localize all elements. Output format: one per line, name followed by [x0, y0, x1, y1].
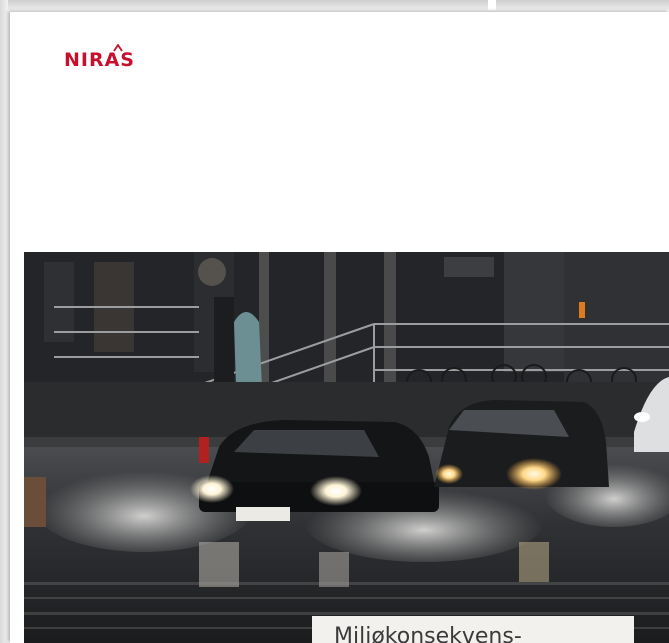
- page-stack-left-edge: [0, 0, 8, 643]
- page-stack-top-edge: [0, 0, 669, 10]
- logo-wordmark: NIRAS: [64, 49, 135, 71]
- document-viewer: NIRAS Miljøkonsekvens-: [0, 0, 669, 643]
- niras-logo: NIRAS: [64, 44, 160, 74]
- page-stack-gap: [488, 0, 496, 10]
- logo-accent-mark-icon: [113, 44, 123, 52]
- flooded-street-photo-image: [24, 252, 669, 643]
- cover-title: Miljøkonsekvens-: [334, 624, 522, 643]
- cover-title-box: Miljøkonsekvens-: [312, 616, 634, 643]
- cover-photo: [24, 252, 669, 643]
- report-cover-page: NIRAS Miljøkonsekvens-: [10, 12, 669, 643]
